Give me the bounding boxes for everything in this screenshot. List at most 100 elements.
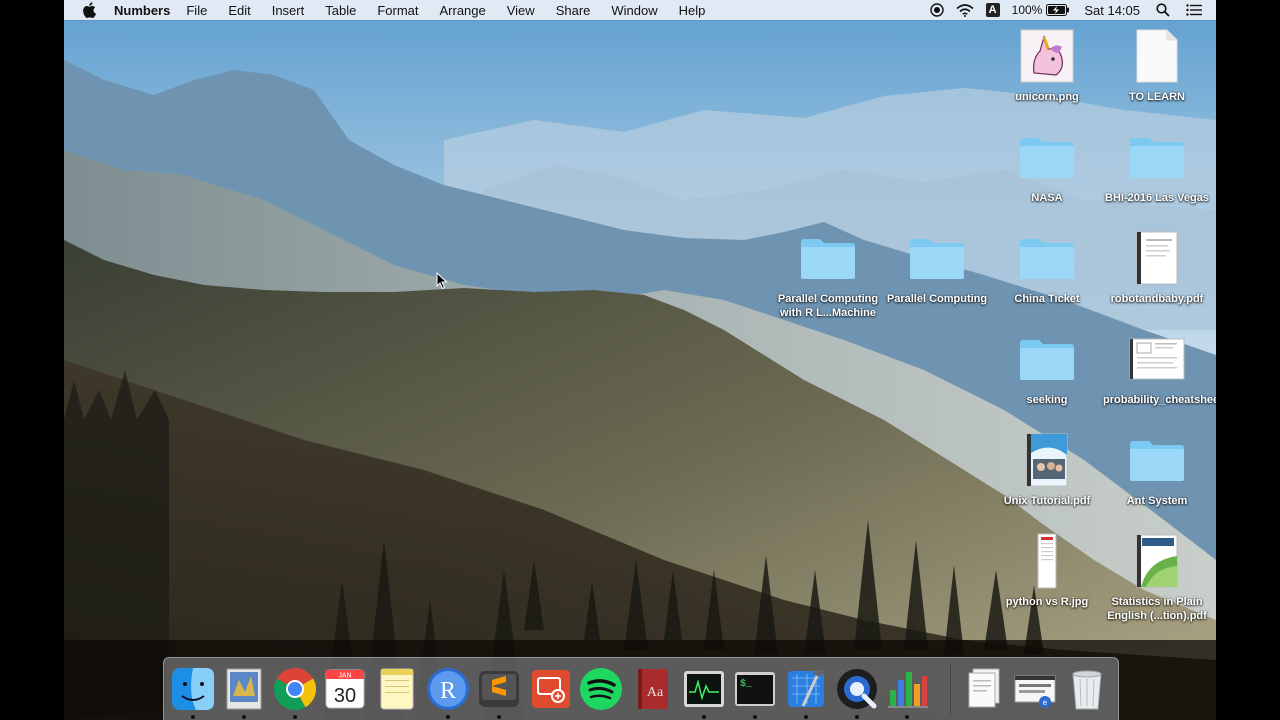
desktop-icon-label: Unix Tutorial.pdf — [1003, 495, 1091, 507]
dock-dictionary-icon[interactable]: Aa — [630, 666, 676, 712]
mouse-cursor-icon — [436, 272, 448, 290]
desktop-icon-label: seeking — [1026, 394, 1068, 406]
dock: JAN 30 R Aa $_ e — [163, 657, 1119, 720]
dock-preview-icon[interactable] — [221, 666, 267, 712]
desktop-icon-label: BHI-2016 Las Vegas — [1105, 192, 1209, 204]
desktop-icon-label: NASA — [1031, 192, 1063, 204]
running-indicator — [905, 715, 909, 719]
dock-screenshot-stack-icon[interactable]: e — [1012, 666, 1058, 712]
folder-icon — [774, 230, 882, 286]
dock-trash-icon[interactable] — [1064, 666, 1110, 712]
desktop-icon-label: probability_cheatsheet.pdf — [1103, 394, 1216, 406]
pdf-thumbnail-icon — [1103, 533, 1211, 589]
running-indicator — [497, 715, 501, 719]
document-icon — [1103, 28, 1211, 84]
running-indicator — [753, 715, 757, 719]
desktop-icon-parallel-computing[interactable]: Parallel Computing — [883, 230, 991, 306]
desktop-icon-nasa[interactable]: NASA — [993, 129, 1101, 205]
dictionary-glyph: Aa — [647, 685, 664, 700]
running-indicator — [855, 715, 859, 719]
desktop-icon-unicorn[interactable]: unicorn.png — [993, 28, 1101, 104]
desktop-icon-ant-system[interactable]: Ant System — [1103, 432, 1211, 508]
dock-sublime-icon[interactable] — [476, 666, 522, 712]
menu-format[interactable]: Format — [377, 3, 418, 18]
dock-terminal-icon[interactable]: $_ — [732, 666, 778, 712]
image-thumbnail-icon — [993, 533, 1101, 589]
desktop-icon-probability-cheatsheet[interactable]: probability_cheatsheet.pdf — [1103, 331, 1216, 407]
running-indicator — [804, 715, 808, 719]
svg-text:e: e — [1043, 698, 1048, 707]
input-source-label: A — [985, 3, 1000, 17]
dock-notes-icon[interactable] — [374, 666, 420, 712]
desktop-icon-seeking[interactable]: seeking — [993, 331, 1101, 407]
dock-calendar-icon[interactable]: JAN 30 — [322, 666, 368, 712]
folder-icon — [993, 331, 1101, 387]
battery-percentage: 100% — [1011, 3, 1043, 17]
desktop-icon-label: TO LEARN — [1128, 91, 1186, 103]
running-indicator — [446, 715, 450, 719]
clock[interactable]: Sat 14:05 — [1084, 3, 1140, 18]
app-menu[interactable]: Numbers — [114, 3, 170, 18]
dock-remote-desktop-icon[interactable] — [528, 666, 574, 712]
desktop-icon-parallel-computing-r[interactable]: Parallel Computing with R L...Machine — [774, 230, 882, 320]
dock-separator — [950, 664, 951, 714]
menu-view[interactable]: View — [507, 3, 535, 18]
dock-spotify-icon[interactable] — [578, 666, 624, 712]
desktop-icon-label: Ant System — [1126, 495, 1188, 507]
folder-icon — [1103, 432, 1211, 488]
dock-finder-icon[interactable] — [170, 666, 216, 712]
terminal-glyph: $_ — [740, 678, 753, 690]
desktop-icon-label: unicorn.png — [1015, 91, 1079, 103]
wifi-icon[interactable] — [956, 3, 974, 17]
desktop-icon-label: Parallel Computing — [886, 293, 988, 305]
desktop[interactable]: Numbers File Edit Insert Table Format Ar… — [64, 0, 1216, 720]
dock-chrome-icon[interactable] — [272, 666, 318, 712]
dock-xcode-icon[interactable] — [783, 666, 829, 712]
screen-recording-icon[interactable] — [929, 3, 944, 17]
folder-icon — [1103, 129, 1211, 185]
dock-activity-monitor-icon[interactable] — [681, 666, 727, 712]
apple-menu-icon[interactable] — [82, 2, 98, 18]
desktop-icon-statistics-plain-english[interactable]: Statistics in Plain English (...tion).pd… — [1103, 533, 1211, 623]
menu-help[interactable]: Help — [679, 3, 706, 18]
desktop-icon-label: python vs R.jpg — [1005, 596, 1089, 608]
desktop-icon-python-vs-r[interactable]: python vs R.jpg — [993, 533, 1101, 609]
running-indicator — [191, 715, 195, 719]
desktop-icon-label: robotandbaby.pdf — [1110, 293, 1204, 305]
pdf-thumbnail-icon — [1103, 230, 1211, 286]
folder-icon — [993, 230, 1101, 286]
folder-icon — [993, 129, 1101, 185]
battery-charging-icon[interactable] — [1046, 4, 1070, 16]
calendar-month: JAN — [338, 673, 351, 680]
desktop-icon-label: Statistics in Plain English (...tion).pd… — [1107, 596, 1207, 622]
running-indicator — [242, 715, 246, 719]
desktop-icon-bhi-2016[interactable]: BHI-2016 Las Vegas — [1103, 129, 1211, 205]
menu-share[interactable]: Share — [556, 3, 591, 18]
dock-quicktime-icon[interactable] — [834, 666, 880, 712]
image-thumbnail-icon — [993, 28, 1101, 84]
menu-window[interactable]: Window — [611, 3, 657, 18]
dock-documents-stack-icon[interactable] — [961, 666, 1007, 712]
desktop-icon-to-learn[interactable]: TO LEARN — [1103, 28, 1211, 104]
desktop-icon-label: China Ticket — [1014, 293, 1080, 305]
spotlight-search-icon[interactable] — [1156, 3, 1170, 17]
menu-arrange[interactable]: Arrange — [439, 3, 485, 18]
desktop-icon-robotandbaby[interactable]: robotandbaby.pdf — [1103, 230, 1211, 306]
running-indicator — [702, 715, 706, 719]
dock-r-icon[interactable]: R — [425, 666, 471, 712]
svg-text:R: R — [440, 678, 456, 704]
pdf-thumbnail-icon — [993, 432, 1101, 488]
desktop-icon-unix-tutorial[interactable]: Unix Tutorial.pdf — [993, 432, 1101, 508]
menu-table[interactable]: Table — [325, 3, 356, 18]
notification-center-icon[interactable] — [1186, 4, 1202, 16]
menu-file[interactable]: File — [186, 3, 207, 18]
menu-edit[interactable]: Edit — [228, 3, 250, 18]
dock-numbers-icon[interactable] — [884, 666, 930, 712]
menu-insert[interactable]: Insert — [272, 3, 305, 18]
input-source-icon[interactable]: A — [985, 3, 1000, 17]
desktop-icon-label: Parallel Computing with R L...Machine — [777, 293, 879, 319]
calendar-day: 30 — [334, 685, 356, 707]
desktop-icon-china-ticket[interactable]: China Ticket — [993, 230, 1101, 306]
menu-bar: Numbers File Edit Insert Table Format Ar… — [64, 0, 1216, 20]
pdf-thumbnail-icon — [1103, 331, 1211, 387]
